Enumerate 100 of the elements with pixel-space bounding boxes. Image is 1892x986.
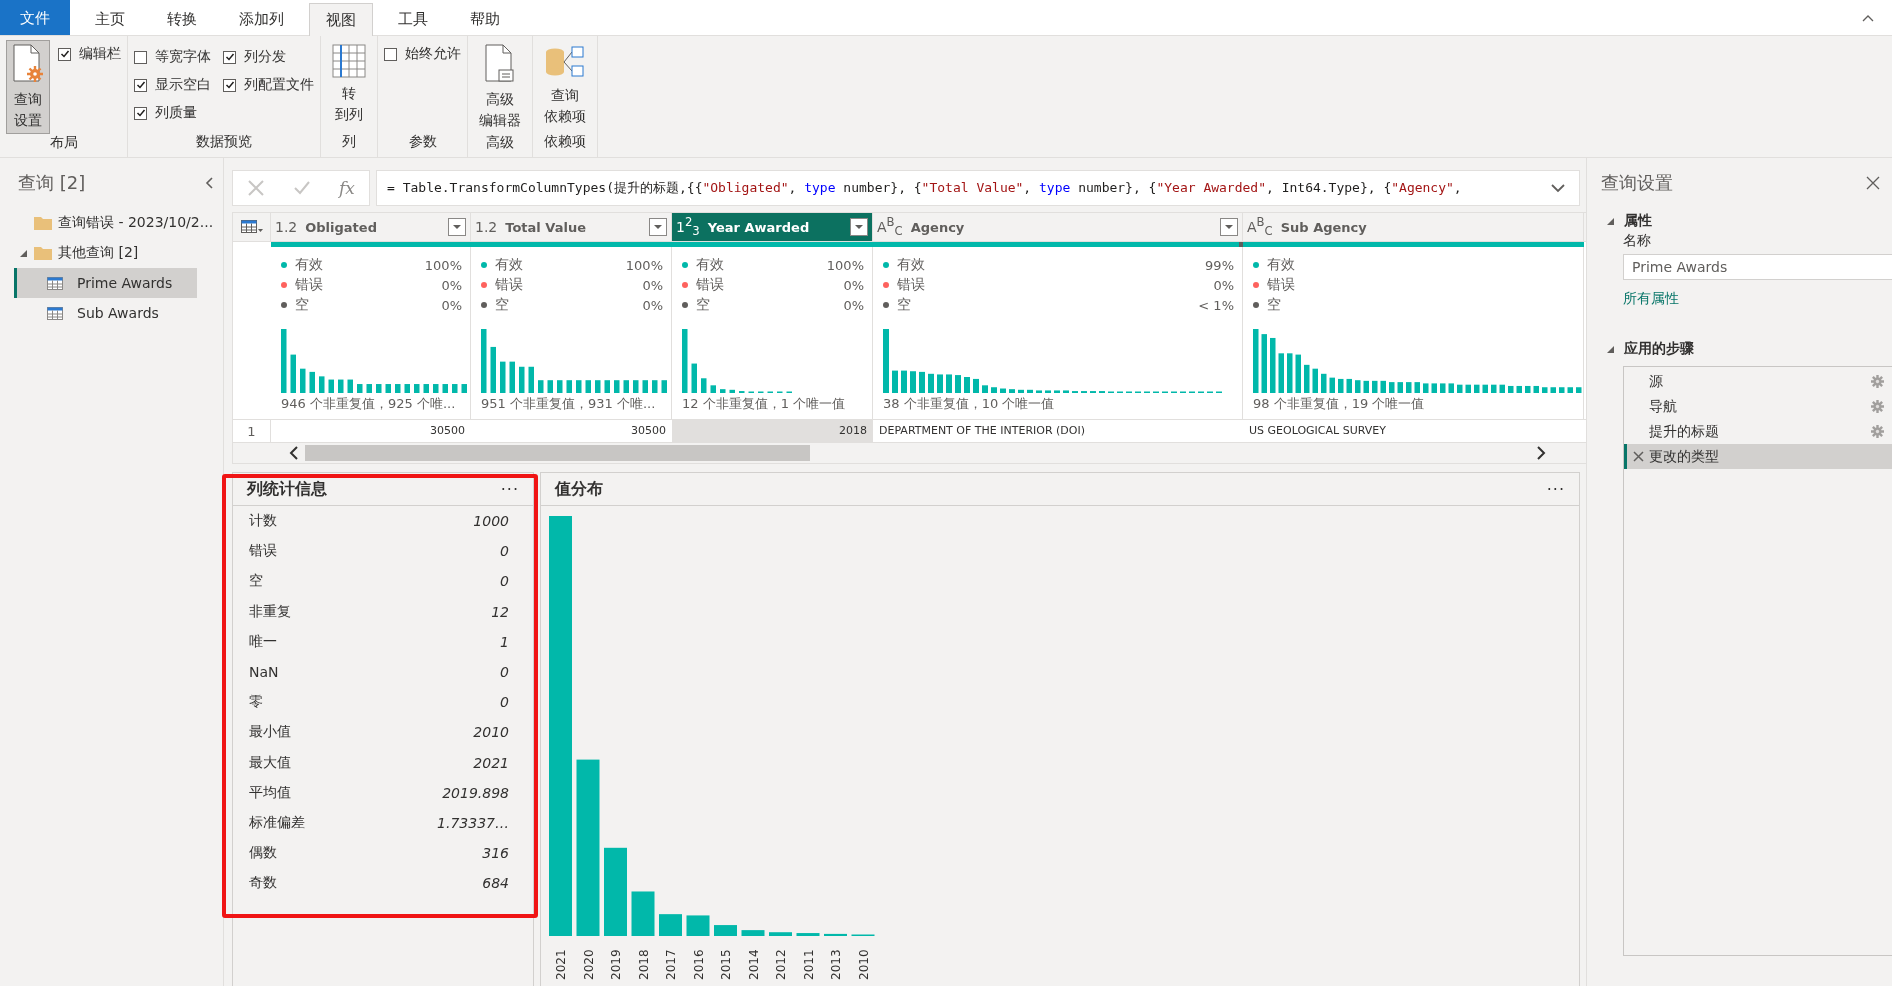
file-tab[interactable]: 文件: [0, 0, 70, 35]
stat-label: 标准偏差: [249, 813, 305, 832]
close-icon[interactable]: [1866, 176, 1880, 190]
expand-formula-icon[interactable]: [1551, 183, 1565, 193]
histogram-bar: [1346, 378, 1352, 393]
ribbon-checkbox[interactable]: 编辑栏: [58, 40, 121, 66]
more-options-button[interactable]: ···: [1546, 479, 1565, 499]
histogram-bar: [1465, 384, 1471, 393]
table-cell-text: 30500: [429, 423, 466, 439]
ribbon-tab[interactable]: 添加列: [222, 3, 301, 35]
ribbon-button[interactable]: 转 到列: [327, 40, 371, 128]
ribbon-checkbox[interactable]: 列分发: [223, 43, 314, 69]
column-header[interactable]: A$^{B}$$_{C}$ Agency: [873, 213, 1243, 241]
filter-dropdown-icon[interactable]: [850, 218, 868, 236]
ribbon-button[interactable]: 高级 编辑器: [474, 40, 526, 134]
histogram-bar: [1278, 353, 1284, 393]
histogram-bar: [623, 380, 629, 393]
fx-button[interactable]: fx: [339, 178, 355, 198]
ribbon-tab[interactable]: 帮助: [453, 3, 517, 35]
histogram-bar: [883, 329, 889, 393]
all-properties-link[interactable]: 所有属性: [1623, 290, 1892, 308]
filter-dropdown-icon[interactable]: [448, 218, 466, 236]
delete-step-icon[interactable]: [1632, 451, 1644, 462]
ribbon-checkbox[interactable]: 列质量: [134, 99, 211, 125]
more-options-button[interactable]: ···: [500, 479, 519, 499]
folder-icon: [34, 246, 52, 260]
ribbon-tab[interactable]: 主页: [78, 3, 142, 35]
table-icon: [47, 276, 63, 290]
column-header[interactable]: 1.2 Obligated: [271, 213, 471, 241]
applied-step[interactable]: 源: [1624, 369, 1892, 394]
pane-title: 查询 [2]: [18, 171, 86, 195]
ribbon-checkbox[interactable]: 始终允许: [384, 40, 461, 66]
quality-percent: 100%: [424, 257, 462, 273]
ribbon-tab[interactable]: 视图: [309, 3, 373, 36]
table-icon: [47, 306, 63, 320]
applied-step[interactable]: 导航: [1624, 394, 1892, 419]
query-item[interactable]: Sub Awards: [14, 298, 197, 328]
stat-label: 计数: [249, 512, 277, 531]
histogram-bar: [1414, 382, 1420, 393]
name-field[interactable]: Prime Awards: [1623, 254, 1892, 280]
histogram-bar: [1491, 384, 1497, 393]
column-header[interactable]: 1.2 Total Value: [471, 213, 672, 241]
histogram-bar: [328, 379, 334, 393]
scroll-left-icon[interactable]: [289, 446, 299, 460]
stat-label: 最大值: [249, 753, 291, 772]
applied-step[interactable]: 提升的标题: [1624, 419, 1892, 444]
axis-label: 2017: [664, 949, 678, 980]
quality-label: 有效: [495, 256, 524, 274]
query-folder[interactable]: 其他查询 [2]: [58, 244, 139, 262]
histogram-bar: [1406, 382, 1412, 393]
histogram-bar: [281, 329, 287, 393]
histogram-bar: [557, 380, 563, 393]
histogram-bar: [414, 384, 420, 393]
axis-label: 2011: [801, 949, 816, 980]
query-item[interactable]: Prime Awards: [14, 268, 197, 298]
ribbon-checkbox[interactable]: 显示空白: [134, 71, 211, 97]
histogram-bar: [1270, 337, 1276, 393]
column-header[interactable]: 1$^{2}$$_{3}$ Year Awarded: [672, 213, 873, 241]
scroll-right-icon[interactable]: [1536, 446, 1546, 460]
table-menu-icon[interactable]: [240, 220, 263, 234]
ribbon-checkbox[interactable]: 等宽字体: [134, 43, 211, 69]
stat-value: 1: [500, 633, 509, 650]
column-header[interactable]: A$^{B}$$_{C}$ Sub Agency: [1243, 213, 1584, 241]
bar: [741, 930, 765, 936]
histogram-bar: [1000, 388, 1006, 393]
histogram-bar: [566, 380, 572, 393]
collapse-ribbon-icon[interactable]: [1862, 13, 1874, 22]
scrollbar-thumb[interactable]: [305, 445, 810, 461]
histogram-bar: [1036, 390, 1042, 393]
check-icon: [135, 80, 146, 90]
expand-icon[interactable]: [1607, 345, 1614, 353]
histogram-bar: [691, 363, 697, 393]
column-summary: 38 个非重复值，10 个唯一值: [883, 395, 1056, 413]
ribbon-button[interactable]: 查询 设置: [6, 40, 50, 134]
check-icon[interactable]: [293, 179, 312, 197]
applied-step[interactable]: 更改的类型: [1624, 444, 1892, 469]
filter-dropdown-icon[interactable]: [1220, 218, 1238, 236]
stat-label: 偶数: [249, 844, 277, 863]
ribbon-checkbox[interactable]: 列配置文件: [223, 71, 314, 97]
collapse-pane-icon[interactable]: [205, 177, 213, 189]
expand-icon[interactable]: [1607, 217, 1614, 225]
quality-percent: 0%: [843, 277, 864, 293]
bar: [659, 914, 682, 936]
expand-icon[interactable]: [20, 249, 27, 257]
bar: [796, 933, 820, 936]
ribbon-tab[interactable]: 工具: [381, 3, 445, 35]
histogram-bar: [1321, 373, 1327, 393]
stat-value: 0: [500, 664, 509, 681]
quality-percent: 100%: [625, 257, 663, 273]
quality-percent: < 1%: [1198, 297, 1234, 313]
quality-percent: 0%: [441, 277, 462, 293]
histogram-bar: [576, 380, 582, 393]
histogram-bar: [385, 384, 391, 393]
bar: [824, 933, 847, 936]
filter-dropdown-icon[interactable]: [649, 218, 667, 236]
query-folder[interactable]: 查询错误 - 2023/10/2...: [58, 214, 214, 232]
quality-percent: 99%: [1205, 257, 1234, 273]
ribbon-tab[interactable]: 转换: [150, 3, 214, 35]
ribbon-button[interactable]: 查询 依赖项: [539, 40, 591, 130]
grid-icon: [332, 44, 366, 78]
